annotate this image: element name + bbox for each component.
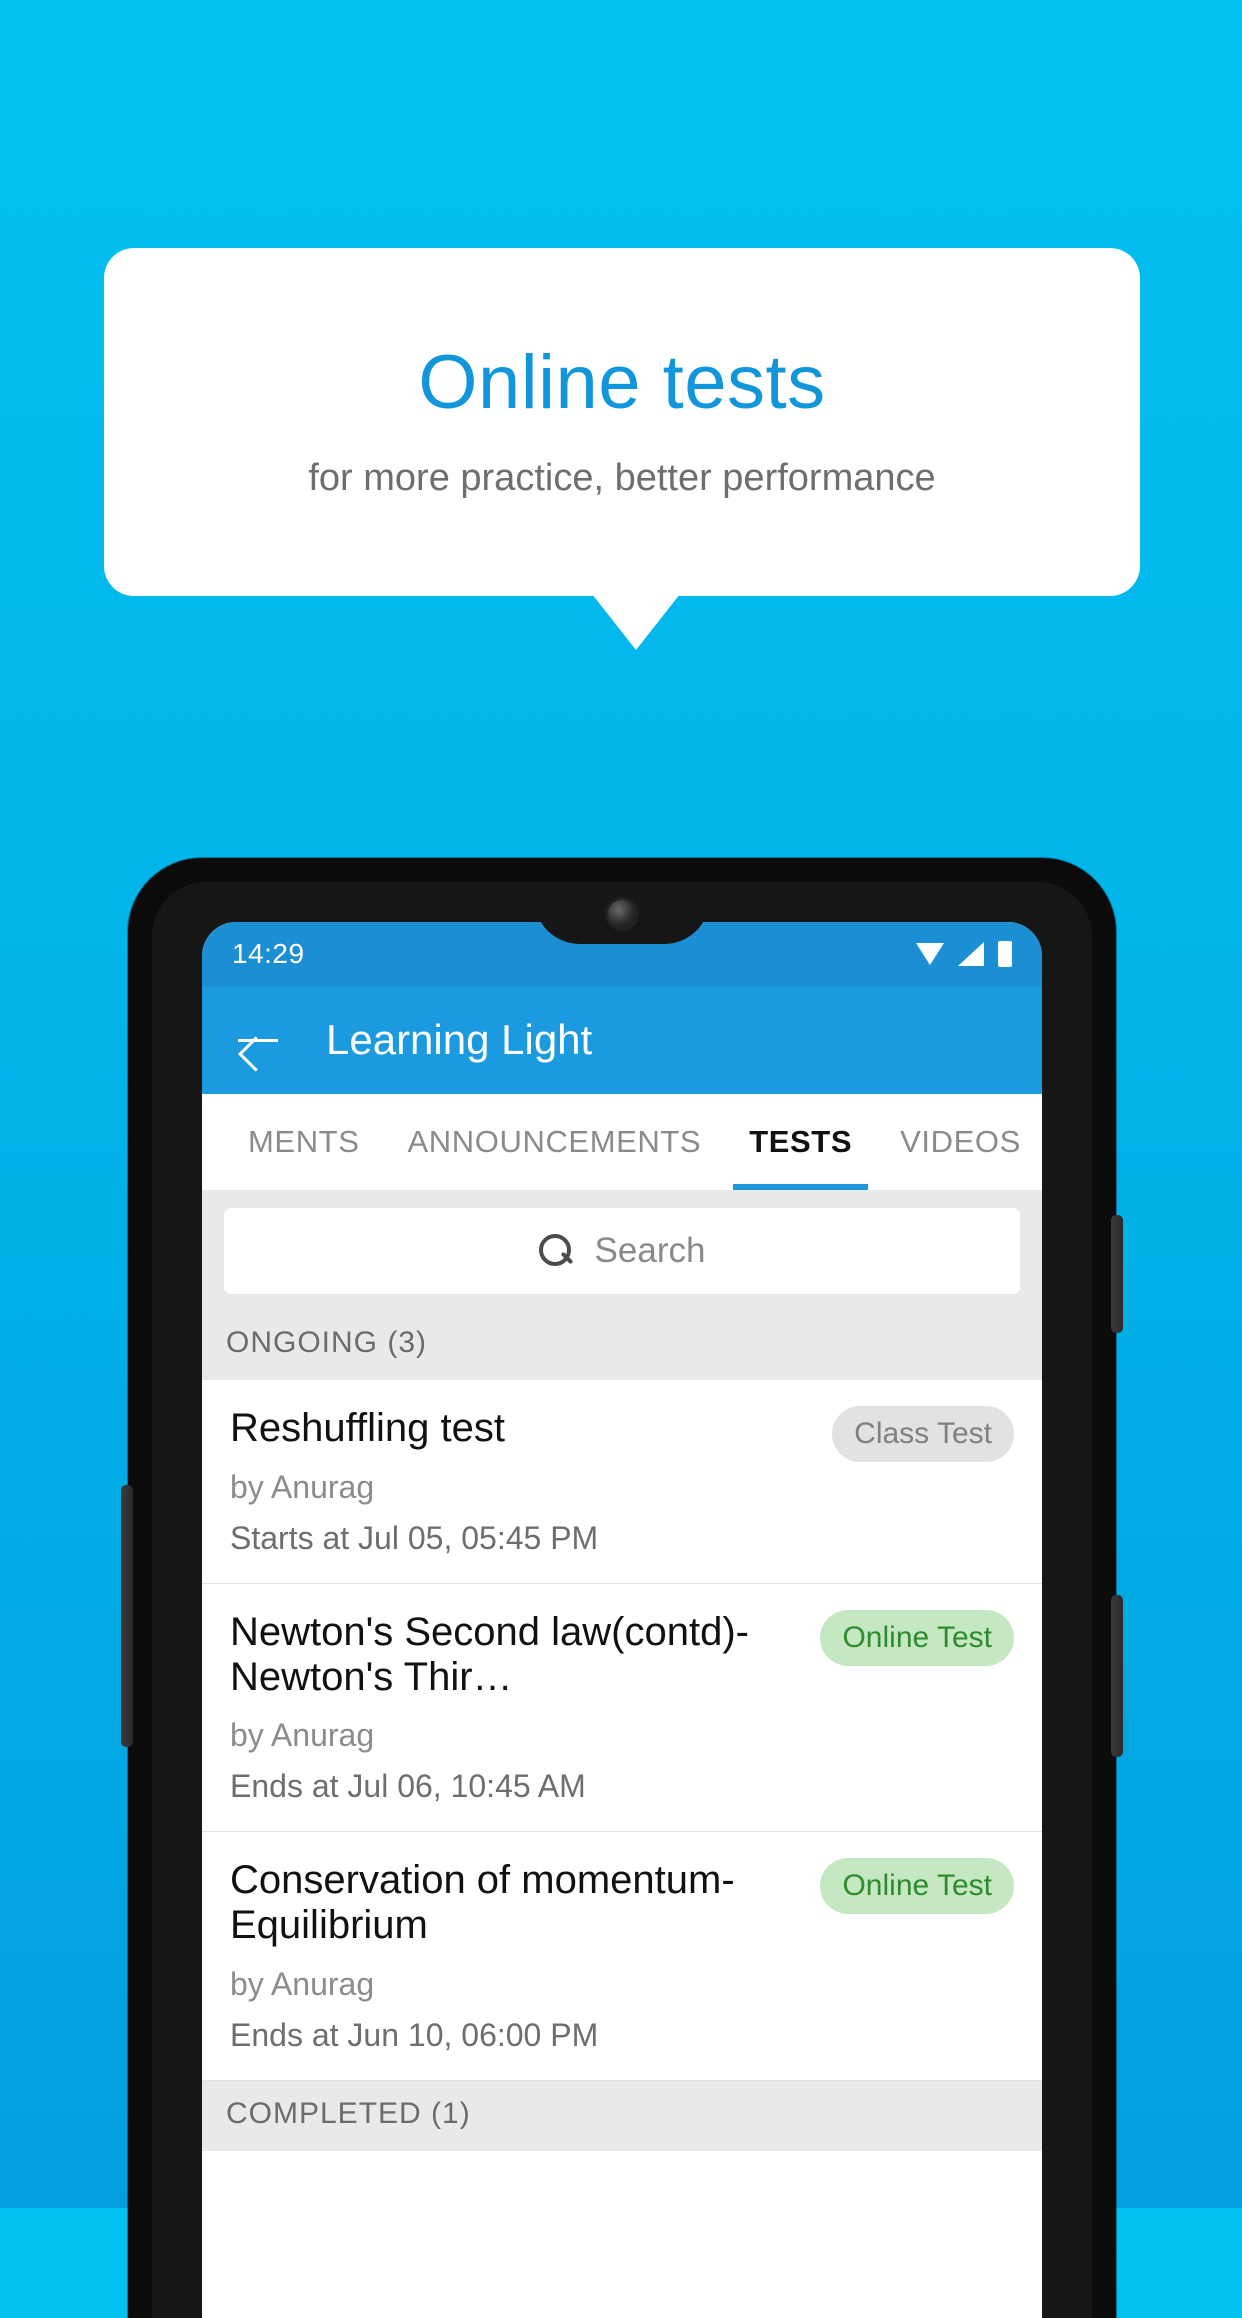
test-title: Conservation of momentum-Equilibrium: [230, 1858, 735, 1948]
tab-tests[interactable]: TESTS: [725, 1094, 876, 1190]
promo-bubble-tail: [592, 594, 680, 650]
test-schedule: Starts at Jul 05, 05:45 PM: [230, 1519, 599, 1556]
battery-icon: [998, 941, 1012, 967]
section-header-completed: COMPLETED (1): [202, 2080, 1042, 2151]
status-badge: Class Test: [832, 1406, 1014, 1462]
table-row[interactable]: Reshuffling test by Anurag Starts at Jul…: [202, 1380, 1042, 1584]
back-arrow-icon[interactable]: [236, 1017, 282, 1063]
test-author: by Anurag: [230, 1468, 375, 1505]
status-time: 14:29: [232, 938, 305, 969]
status-badge: Online Test: [820, 1858, 1014, 1915]
tab-ments[interactable]: MENTS: [224, 1094, 384, 1190]
signal-icon: [958, 942, 984, 966]
test-title: Newton's Second law(contd)-Newton's Thir…: [230, 1609, 749, 1699]
side-button-left[interactable]: [121, 1485, 133, 1747]
search-placeholder: Search: [594, 1231, 706, 1270]
tab-announcements[interactable]: ANNOUNCEMENTS: [384, 1094, 726, 1190]
test-author: by Anurag: [230, 1965, 375, 2002]
status-badge: Online Test: [820, 1609, 1014, 1666]
promo-subtitle: for more practice, better performance: [308, 456, 936, 499]
test-schedule: Ends at Jun 10, 06:00 PM: [230, 2016, 599, 2053]
tab-bar: MENTS ANNOUNCEMENTS TESTS VIDEOS: [202, 1094, 1042, 1190]
search-icon: [538, 1234, 573, 1268]
search-input[interactable]: Search: [224, 1208, 1020, 1294]
test-title: Reshuffling test: [230, 1406, 505, 1450]
test-schedule: Ends at Jul 06, 10:45 AM: [230, 1768, 586, 1805]
volume-button[interactable]: [1111, 1595, 1123, 1757]
wifi-icon: [916, 943, 944, 965]
power-button[interactable]: [1111, 1215, 1123, 1333]
phone-screen: 14:29 Learning Light MENTS ANNOUNCEMENTS…: [202, 922, 1042, 2318]
test-item-content: Newton's Second law(contd)-Newton's Thir…: [230, 1610, 820, 1806]
promo-card: Online tests for more practice, better p…: [104, 248, 1140, 596]
app-bar-title: Learning Light: [326, 1016, 593, 1063]
section-header-ongoing: ONGOING (3): [202, 1310, 1042, 1380]
front-camera-icon: [608, 900, 636, 928]
promo-title: Online tests: [418, 339, 826, 425]
test-author: by Anurag: [230, 1717, 375, 1754]
phone-bezel: 14:29 Learning Light MENTS ANNOUNCEMENTS…: [152, 882, 1092, 2318]
table-row[interactable]: Newton's Second law(contd)-Newton's Thir…: [202, 1583, 1042, 1833]
phone-device: 14:29 Learning Light MENTS ANNOUNCEMENTS…: [121, 858, 1123, 2318]
app-bar: Learning Light: [202, 986, 1042, 1094]
search-container: Search: [202, 1190, 1042, 1310]
test-item-content: Conservation of momentum-Equilibrium by …: [230, 1858, 820, 2054]
tab-videos[interactable]: VIDEOS: [876, 1094, 1042, 1190]
table-row[interactable]: Conservation of momentum-Equilibrium by …: [202, 1832, 1042, 2081]
status-icons: [916, 941, 1012, 967]
test-item-content: Reshuffling test by Anurag Starts at Jul…: [230, 1406, 832, 1557]
